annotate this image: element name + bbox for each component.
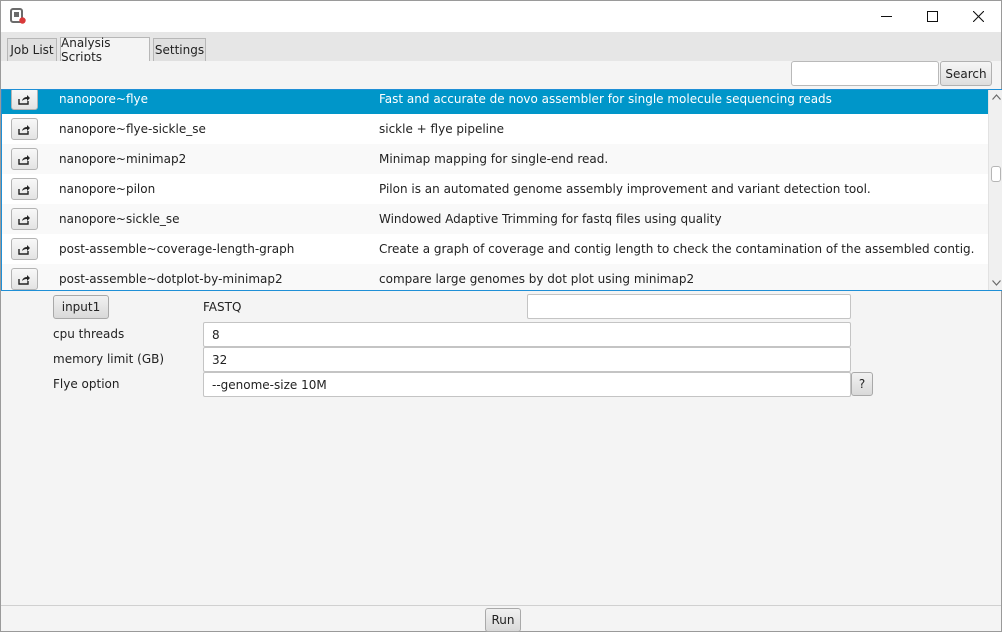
script-description: sickle + flye pipeline [379,122,504,136]
share-arrow-icon [18,184,30,195]
cpu-threads-label: cpu threads [53,327,125,341]
script-description: Pilon is an automated genome assembly im… [379,182,871,196]
footer-bar: Run [1,605,1001,632]
tab-analysis-scripts[interactable]: Analysis Scripts [60,36,150,64]
list-scrollbar[interactable] [988,90,1002,290]
parameter-panel: input1 FASTQ cpu threads 8 memory limit … [1,291,1001,605]
script-name: post-assemble~coverage-length-graph [59,242,295,256]
search-button[interactable]: Search [940,61,992,86]
script-name: nanopore~flye [59,92,149,106]
maximize-button[interactable] [909,1,955,32]
memory-limit-label: memory limit (GB) [53,352,165,366]
share-arrow-icon [18,124,30,135]
maximize-icon [926,11,938,22]
script-row-nanopore-flye-sickle-se[interactable]: nanopore~flye-sickle_se sickle + flye pi… [2,114,988,144]
tab-settings[interactable]: Settings [153,38,206,61]
script-description: Windowed Adaptive Trimming for fastq fil… [379,212,722,226]
app-logo-icon [10,8,26,24]
close-icon [972,11,984,22]
scroll-up-icon[interactable] [989,90,1002,104]
script-row-post-assemble-coverage-length-graph[interactable]: post-assemble~coverage-length-graph Crea… [2,234,988,264]
script-name: nanopore~pilon [59,182,156,196]
cpu-threads-field[interactable]: 8 [203,322,851,347]
flye-option-label: Flye option [53,377,120,391]
script-description: Minimap mapping for single-end read. [379,152,609,166]
open-script-button[interactable] [11,178,38,200]
share-arrow-icon [18,244,30,255]
script-name: nanopore~flye-sickle_se [59,122,206,136]
share-arrow-icon [18,274,30,285]
title-bar [1,1,1001,32]
share-arrow-icon [18,94,30,105]
script-description: Create a graph of coverage and contig le… [379,242,975,256]
scroll-down-icon[interactable] [989,276,1002,290]
script-list[interactable]: nanopore~flye Fast and accurate de novo … [1,89,1002,291]
open-script-button[interactable] [11,90,38,110]
script-row-nanopore-sickle-se[interactable]: nanopore~sickle_se Windowed Adaptive Tri… [2,204,988,234]
search-input[interactable] [791,61,939,86]
script-row-nanopore-minimap2[interactable]: nanopore~minimap2 Minimap mapping for si… [2,144,988,174]
open-script-button[interactable] [11,208,38,230]
minimize-icon [880,16,892,17]
app-window: Job List Analysis Scripts Settings Searc… [0,0,1002,632]
script-name: nanopore~sickle_se [59,212,180,226]
input1-button[interactable]: input1 [53,295,109,319]
flye-option-field[interactable]: --genome-size 10M [203,372,851,397]
search-bar: Search [1,61,1001,89]
run-button[interactable]: Run [485,608,521,632]
tab-job-list[interactable]: Job List [7,38,57,61]
open-script-button[interactable] [11,268,38,290]
script-description: Fast and accurate de novo assembler for … [379,92,832,106]
input1-path-field[interactable] [527,294,851,319]
share-arrow-icon [18,154,30,165]
script-description: compare large genomes by dot plot using … [379,272,695,286]
open-script-button[interactable] [11,238,38,260]
flye-option-help-button[interactable]: ? [851,372,873,396]
open-script-button[interactable] [11,148,38,170]
open-script-button[interactable] [11,118,38,140]
memory-limit-field[interactable]: 32 [203,347,851,372]
share-arrow-icon [18,214,30,225]
scroll-thumb[interactable] [991,166,1001,182]
script-row-post-assemble-dotplot-by-minimap2[interactable]: post-assemble~dotplot-by-minimap2 compar… [2,264,988,290]
minimize-button[interactable] [863,1,909,32]
script-name: post-assemble~dotplot-by-minimap2 [59,272,283,286]
script-row-nanopore-flye[interactable]: nanopore~flye Fast and accurate de novo … [2,90,988,114]
script-row-nanopore-pilon[interactable]: nanopore~pilon Pilon is an automated gen… [2,174,988,204]
close-button[interactable] [955,1,1001,32]
script-name: nanopore~minimap2 [59,152,187,166]
input-type-label: FASTQ [203,300,242,314]
tab-strip: Job List Analysis Scripts Settings [1,32,1001,64]
